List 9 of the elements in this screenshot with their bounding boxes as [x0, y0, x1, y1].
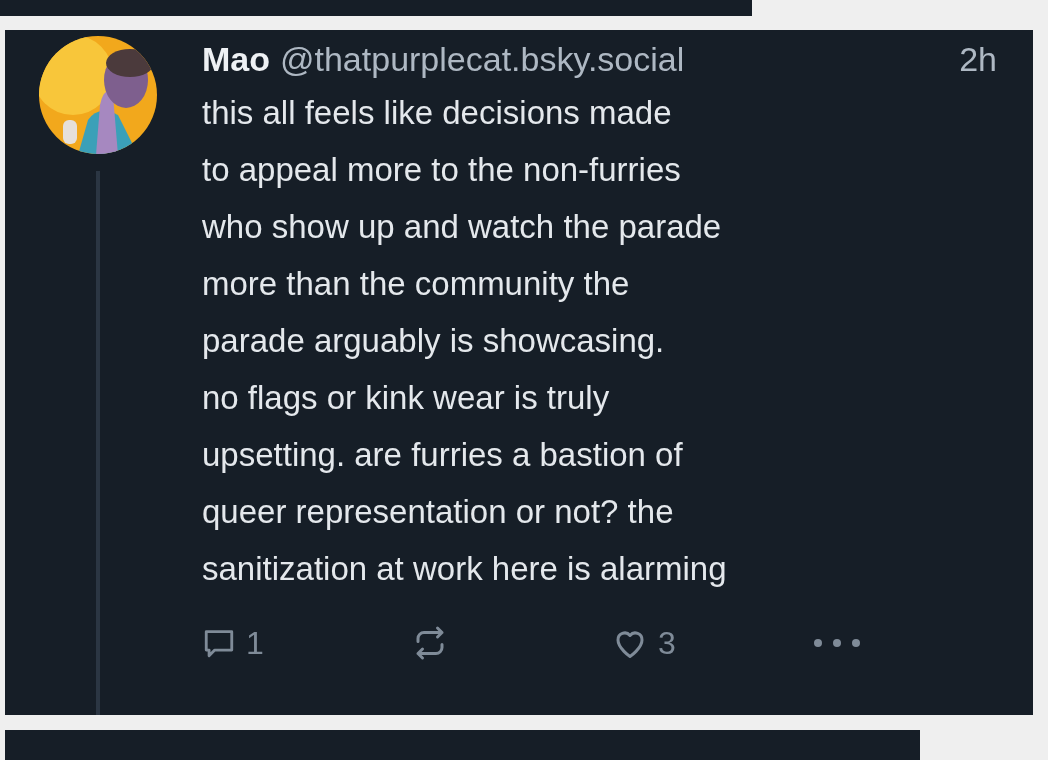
more-button[interactable] — [812, 637, 862, 649]
avatar[interactable] — [37, 35, 158, 155]
post-text: this all feels like decisions made to appeal more to the non-furries who show up and watch the parade more than the community the parade arguably is showcasing. no flags or kink wear is truly upsetting. are furries a bastion of queer representation or not? the sanitization at work here is alarming — [202, 93, 728, 589]
author-name[interactable]: Mao — [202, 30, 270, 88]
author-handle[interactable]: @thatpurplecat.bsky.social — [280, 30, 685, 88]
more-icon — [812, 637, 862, 649]
like-button[interactable]: 3 — [612, 619, 812, 667]
post-time: 2h — [959, 39, 997, 80]
reply-button[interactable]: 1 — [202, 619, 412, 667]
